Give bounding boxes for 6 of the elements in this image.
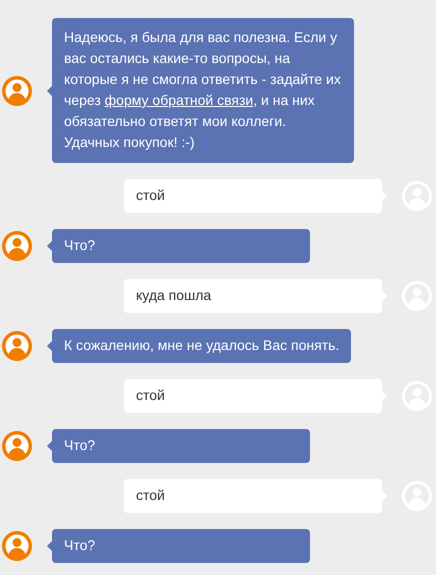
avatar-icon	[2, 331, 32, 361]
avatar-icon	[2, 76, 32, 106]
avatar-icon	[2, 431, 32, 461]
avatar-icon	[2, 231, 32, 261]
avatar-icon	[2, 531, 32, 561]
feedback-link[interactable]: форму обратной связи	[104, 92, 254, 108]
